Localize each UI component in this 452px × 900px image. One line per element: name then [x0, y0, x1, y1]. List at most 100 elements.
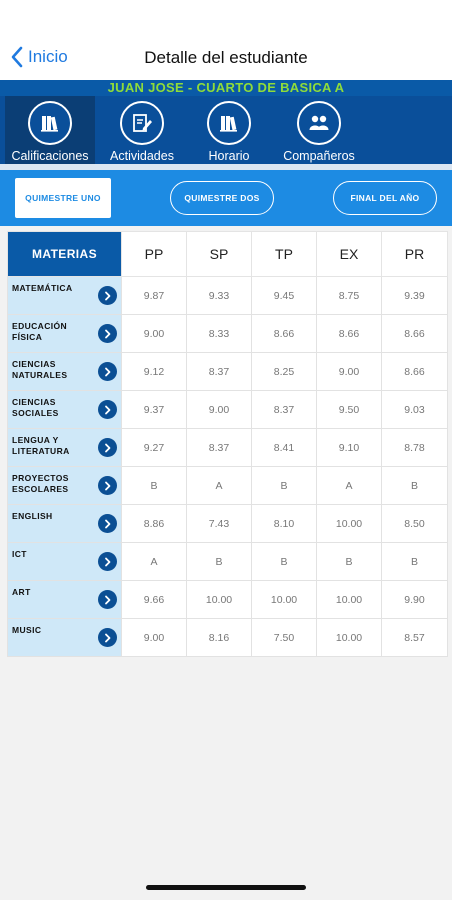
back-button[interactable]: Inicio	[10, 46, 68, 68]
grade-cell: 8.66	[381, 352, 448, 391]
column-header-sp: SP	[186, 231, 252, 277]
grade-cell: 8.16	[186, 618, 252, 657]
grade-cell: 9.00	[186, 390, 252, 429]
grade-cell: 8.37	[186, 428, 252, 467]
grade-cell: A	[316, 466, 382, 505]
table-row: CIENCIAS NATURALES 9.12 8.37 8.25 9.00 8.66	[7, 352, 448, 391]
tab-label: Actividades	[110, 149, 174, 163]
grade-cell: 9.87	[121, 276, 187, 315]
grade-cell: 8.66	[316, 314, 382, 353]
tab-label: Calificaciones	[11, 149, 89, 163]
grade-cell: 8.10	[251, 504, 317, 543]
subject-cell: CIENCIAS SOCIALES	[7, 390, 122, 429]
subject-cell: EDUCACIÓN FÍSICA	[7, 314, 122, 353]
grade-cell: B	[121, 466, 187, 505]
chevron-right-icon[interactable]	[98, 628, 117, 647]
chevron-right-icon[interactable]	[98, 286, 117, 305]
table-row: ART 9.66 10.00 10.00 10.00 9.90	[7, 580, 448, 619]
subject-name: CIENCIAS NATURALES	[12, 359, 68, 380]
chevron-right-icon[interactable]	[98, 324, 117, 343]
subject-name: EDUCACIÓN FÍSICA	[12, 321, 68, 342]
edit-icon	[120, 101, 164, 145]
grade-cell: 10.00	[316, 504, 382, 543]
grade-cell: 9.39	[381, 276, 448, 315]
grade-cell: 9.37	[121, 390, 187, 429]
grade-cell: 9.03	[381, 390, 448, 429]
chevron-right-icon[interactable]	[98, 552, 117, 571]
table-row: CIENCIAS SOCIALES 9.37 9.00 8.37 9.50 9.03	[7, 390, 448, 429]
people-icon	[297, 101, 341, 145]
grade-cell: 9.00	[121, 314, 187, 353]
grade-cell: 10.00	[186, 580, 252, 619]
chevron-right-icon[interactable]	[98, 362, 117, 381]
home-indicator	[146, 885, 306, 890]
period-quimestre-uno-button[interactable]: QUIMESTRE UNO	[15, 178, 111, 218]
grade-cell: 8.66	[251, 314, 317, 353]
grade-cell: B	[251, 542, 317, 581]
grade-cell: B	[251, 466, 317, 505]
grade-cell: 8.50	[381, 504, 448, 543]
grade-cell: 7.50	[251, 618, 317, 657]
chevron-right-icon[interactable]	[98, 590, 117, 609]
chevron-left-icon	[11, 46, 23, 68]
section-tabs: Calificaciones Actividades Horario Compa…	[0, 96, 452, 164]
grade-cell: A	[121, 542, 187, 581]
subject-cell: ART	[7, 580, 122, 619]
subject-name: ENGLISH	[12, 511, 53, 521]
grade-cell: 9.45	[251, 276, 317, 315]
table-row: ICT A B B B B	[7, 542, 448, 581]
grade-cell: 10.00	[316, 580, 382, 619]
table-row: LENGUA Y LITERATURA 9.27 8.37 8.41 9.10 8.78	[7, 428, 448, 467]
grade-cell: 10.00	[316, 618, 382, 657]
subject-cell: ENGLISH	[7, 504, 122, 543]
navigation-bar: Inicio Detalle del estudiante	[0, 38, 452, 80]
table-row: MATEMÁTICA 9.87 9.33 9.45 8.75 9.39	[7, 276, 448, 315]
chevron-right-icon[interactable]	[98, 400, 117, 419]
grade-cell: 9.90	[381, 580, 448, 619]
table-row: MUSIC 9.00 8.16 7.50 10.00 8.57	[7, 618, 448, 657]
page-title: Detalle del estudiante	[144, 48, 308, 67]
table-header-row: MATERIAS PP SP TP EX PR	[7, 231, 448, 277]
grade-cell: 9.66	[121, 580, 187, 619]
chevron-right-icon[interactable]	[98, 438, 117, 457]
subject-cell: MATEMÁTICA	[7, 276, 122, 315]
table-row: EDUCACIÓN FÍSICA 9.00 8.33 8.66 8.66 8.66	[7, 314, 448, 353]
tab-actividades[interactable]: Actividades	[95, 96, 189, 164]
grade-cell: 9.10	[316, 428, 382, 467]
subject-name: LENGUA Y LITERATURA	[12, 435, 70, 456]
books-icon	[207, 101, 251, 145]
subject-cell: LENGUA Y LITERATURA	[7, 428, 122, 467]
grade-cell: 10.00	[251, 580, 317, 619]
back-label: Inicio	[28, 47, 68, 66]
tab-calificaciones[interactable]: Calificaciones	[5, 96, 95, 164]
subject-name: CIENCIAS SOCIALES	[12, 397, 59, 418]
column-header-pp: PP	[121, 231, 187, 277]
period-selector: QUIMESTRE UNO QUIMESTRE DOS FINAL DEL AÑ…	[0, 170, 452, 226]
tab-horario[interactable]: Horario	[189, 96, 269, 164]
period-quimestre-dos-button[interactable]: QUIMESTRE DOS	[170, 181, 274, 215]
period-final-button[interactable]: FINAL DEL AÑO	[333, 181, 437, 215]
grade-cell: B	[381, 466, 448, 505]
column-header-materias: MATERIAS	[7, 231, 122, 277]
tab-label: Compañeros	[283, 149, 355, 163]
grade-cell: 9.00	[121, 618, 187, 657]
grade-cell: 9.50	[316, 390, 382, 429]
grade-cell: 9.00	[316, 352, 382, 391]
books-icon	[28, 101, 72, 145]
grade-cell: B	[186, 542, 252, 581]
grade-cell: 9.12	[121, 352, 187, 391]
chevron-right-icon[interactable]	[98, 514, 117, 533]
grade-cell: 8.41	[251, 428, 317, 467]
grade-cell: B	[316, 542, 382, 581]
tab-companeros[interactable]: Compañeros	[269, 96, 369, 164]
column-header-pr: PR	[381, 231, 448, 277]
chevron-right-icon[interactable]	[98, 476, 117, 495]
subject-name: ART	[12, 587, 31, 597]
grades-table: MATERIAS PP SP TP EX PR MATEMÁTICA 9.87 9.…	[7, 231, 448, 657]
grade-cell: 8.66	[381, 314, 448, 353]
grade-cell: B	[381, 542, 448, 581]
grade-cell: 8.25	[251, 352, 317, 391]
grade-cell: 9.33	[186, 276, 252, 315]
tab-label: Horario	[208, 149, 250, 163]
grade-cell: 8.78	[381, 428, 448, 467]
